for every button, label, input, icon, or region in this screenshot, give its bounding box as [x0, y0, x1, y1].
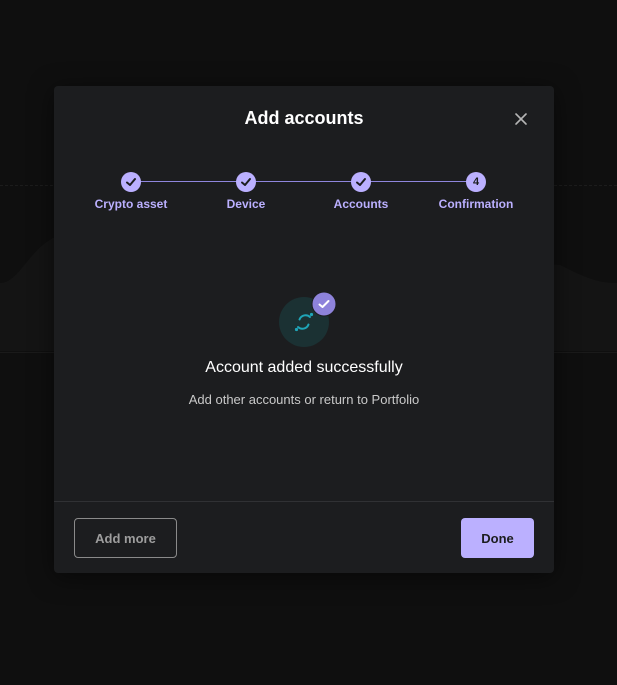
- close-button[interactable]: [510, 108, 532, 130]
- account-added-icon: [278, 291, 337, 349]
- footer-divider: [54, 501, 554, 502]
- stepper: Crypto asset Device Accounts 4 Confirmat…: [54, 172, 554, 216]
- step-label: Accounts: [333, 197, 389, 211]
- step-label: Confirmation: [438, 197, 514, 211]
- add-accounts-modal: Add accounts Crypto asset Device Account…: [54, 86, 554, 573]
- step-number-marker: 4: [466, 172, 486, 192]
- done-button[interactable]: Done: [461, 518, 534, 558]
- step-label: Crypto asset: [94, 197, 168, 211]
- step-accounts: Accounts: [306, 172, 416, 211]
- modal-title: Add accounts: [244, 108, 364, 128]
- step-crypto-asset: Crypto asset: [76, 172, 186, 211]
- close-icon: [515, 113, 527, 125]
- step-completed-marker: [236, 172, 256, 192]
- check-icon: [356, 178, 366, 186]
- step-completed-marker: [351, 172, 371, 192]
- step-completed-marker: [121, 172, 141, 192]
- check-icon: [241, 178, 251, 186]
- check-icon: [126, 178, 136, 186]
- step-label: Device: [226, 197, 266, 211]
- success-subtitle: Add other accounts or return to Portfoli…: [188, 392, 420, 407]
- step-device: Device: [191, 172, 301, 211]
- add-more-button[interactable]: Add more: [74, 518, 177, 558]
- success-title: Account added successfully: [205, 359, 403, 376]
- success-badge-icon: [311, 291, 337, 317]
- step-confirmation: 4 Confirmation: [421, 172, 531, 211]
